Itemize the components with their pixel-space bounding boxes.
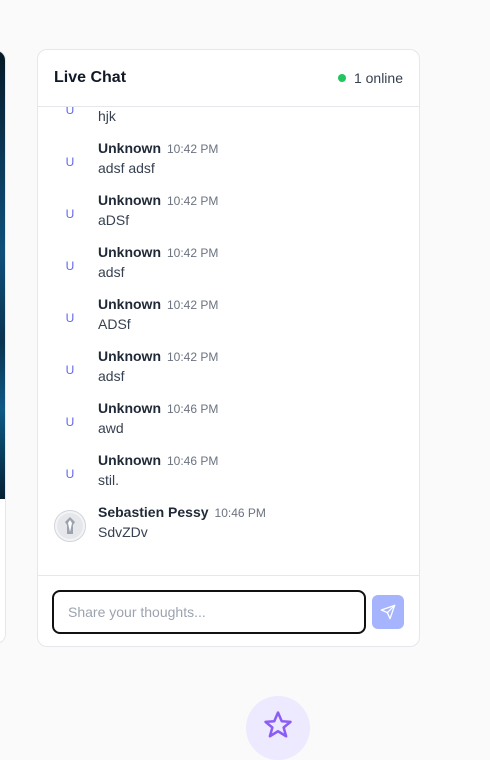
- avatar: U: [65, 363, 75, 377]
- star-icon: [264, 711, 292, 738]
- message-text: ADSf: [98, 316, 131, 332]
- message-author: Unknown: [98, 140, 161, 156]
- avatar: U: [65, 207, 75, 221]
- chat-message: U Unknown 10:46 PM stil.: [38, 452, 419, 504]
- message-author: Unknown: [98, 244, 161, 260]
- message-time: 10:42 PM: [167, 142, 219, 156]
- online-dot-icon: [337, 74, 346, 82]
- message-author: Sebastien Pessy: [98, 504, 209, 520]
- message-author: Unknown: [98, 400, 161, 416]
- chat-message: U Unknown 10:42 PM adsf adsf: [38, 140, 419, 192]
- message-author: Unknown: [98, 296, 161, 312]
- avatar: U: [65, 155, 75, 169]
- chat-title: Live Chat: [54, 69, 127, 86]
- chat-message: U Unknown 10:42 PM ADSf: [38, 296, 419, 348]
- message-text: aDSf: [98, 212, 130, 228]
- avatar: U: [65, 259, 75, 273]
- chat-message: U Unknown 10:42 PM adsf: [38, 244, 419, 296]
- online-count: 1 online: [353, 70, 403, 86]
- send-button[interactable]: [372, 595, 404, 629]
- message-time: 10:42 PM: [167, 246, 219, 260]
- message-text: adsf: [98, 264, 125, 280]
- message-text: awd: [98, 420, 124, 436]
- message-author: Unknown: [98, 348, 161, 364]
- message-list[interactable]: U hjk U Unknown 10:42 PM adsf adsf U Unkn…: [38, 107, 419, 575]
- avatar: U: [65, 107, 75, 117]
- chat-message: U Unknown 10:46 PM awd: [38, 400, 419, 452]
- message-text: adsf: [98, 368, 125, 384]
- floating-action-button[interactable]: [246, 696, 310, 760]
- message-text: adsf adsf: [98, 160, 155, 176]
- avatar: [54, 510, 86, 542]
- message-author: Unknown: [98, 192, 161, 208]
- online-indicator: 1 online: [337, 70, 403, 86]
- chat-input[interactable]: [52, 590, 366, 634]
- live-chat-panel: Live Chat 1 online U hjk U Unknown 10:42 …: [37, 49, 420, 647]
- message-time: 10:46 PM: [167, 402, 219, 416]
- message-time: 10:46 PM: [214, 506, 266, 520]
- message-text: hjk: [98, 108, 116, 124]
- chat-message: U hjk: [38, 107, 419, 140]
- send-icon: [380, 604, 396, 620]
- message-time: 10:46 PM: [167, 454, 219, 468]
- avatar: U: [65, 311, 75, 325]
- video-player[interactable]: [0, 51, 5, 499]
- message-text: SdvZDv: [98, 524, 148, 540]
- video-panel: [0, 50, 6, 644]
- avatar: U: [65, 467, 75, 481]
- message-text: stil.: [98, 472, 119, 488]
- avatar: U: [65, 415, 75, 429]
- chat-composer: [38, 575, 419, 646]
- message-time: 10:42 PM: [167, 194, 219, 208]
- message-time: 10:42 PM: [167, 350, 219, 364]
- chat-message: U Unknown 10:42 PM adsf: [38, 348, 419, 400]
- message-author: Unknown: [98, 452, 161, 468]
- user-photo-icon: [57, 513, 83, 539]
- chat-message: Sebastien Pessy 10:46 PM SdvZDv: [38, 504, 419, 556]
- chat-message: U Unknown 10:42 PM aDSf: [38, 192, 419, 244]
- chat-header: Live Chat 1 online: [38, 50, 419, 107]
- message-time: 10:42 PM: [167, 298, 219, 312]
